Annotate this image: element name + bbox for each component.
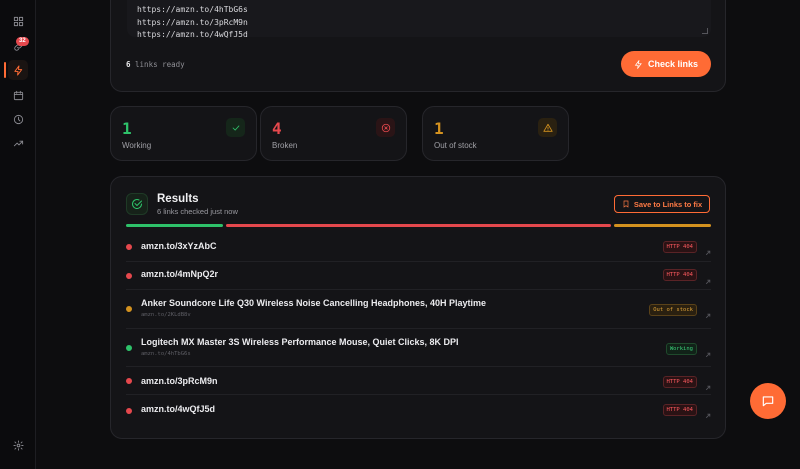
status-dot xyxy=(126,378,132,384)
check-icon xyxy=(226,118,245,137)
active-indicator xyxy=(4,62,6,78)
link-line: https://amzn.to/4wQfJ5d xyxy=(137,30,248,39)
links-ready-count: 6 links ready xyxy=(126,60,185,69)
settings-icon[interactable] xyxy=(8,435,28,455)
result-title: Anker Soundcore Life Q30 Wireless Noise … xyxy=(141,298,487,308)
external-link-icon[interactable] xyxy=(705,378,711,391)
result-url: amzn.to/2KLdB8v xyxy=(141,312,191,318)
summary-bar-working xyxy=(126,224,223,227)
stat-label: Broken xyxy=(272,141,298,150)
result-title: amzn.to/4wQfJ5d xyxy=(141,404,216,414)
clock-icon[interactable] xyxy=(8,109,28,129)
status-badge: HTTP 404 xyxy=(662,404,697,416)
results-subtitle: 6 links checked just now xyxy=(157,207,238,216)
result-title: Logitech MX Master 3S Wireless Performan… xyxy=(141,337,459,347)
stat-out-of-stock: 1 Out of stock xyxy=(422,106,569,161)
result-title: amzn.to/4mNpQ2r xyxy=(141,269,219,279)
links-textarea[interactable]: https://amzn.to/4hTbG6s https://amzn.to/… xyxy=(127,0,711,39)
result-row[interactable]: amzn.to/3pRcM9n HTTP 404 xyxy=(126,367,711,395)
notification-badge: 32 xyxy=(16,37,29,46)
stat-working: 1 Working xyxy=(110,106,257,161)
resize-handle[interactable] xyxy=(702,28,708,34)
bolt-icon xyxy=(634,59,642,69)
status-badge: HTTP 404 xyxy=(662,376,697,388)
external-link-icon[interactable] xyxy=(705,306,711,319)
stat-label: Out of stock xyxy=(434,141,477,150)
results-card: Results 6 links checked just now Save to… xyxy=(110,176,726,439)
external-link-icon[interactable] xyxy=(705,272,711,285)
warning-icon xyxy=(538,118,557,137)
results-title: Results xyxy=(157,193,199,205)
chat-icon xyxy=(762,396,774,407)
check-links-label: Check links xyxy=(647,59,699,69)
status-dot xyxy=(126,345,132,351)
calendar-icon[interactable] xyxy=(8,85,28,105)
link-line: https://amzn.to/4hTbG6s xyxy=(137,5,248,14)
link-input-card: https://amzn.to/4hTbG6s https://amzn.to/… xyxy=(110,0,726,92)
check-links-button[interactable]: Check links xyxy=(621,51,711,77)
link-line: https://amzn.to/3pRcM9n xyxy=(137,17,248,27)
status-dot xyxy=(126,244,132,250)
bookmark-icon xyxy=(623,200,629,208)
sidebar: 32 xyxy=(0,0,36,469)
status-dot xyxy=(126,306,132,312)
main-content: https://amzn.to/4hTbG6s https://amzn.to/… xyxy=(36,0,800,469)
stat-value: 1 xyxy=(434,119,444,138)
result-url: amzn.to/4hTbG6s xyxy=(141,351,191,357)
result-row[interactable]: Logitech MX Master 3S Wireless Performan… xyxy=(126,329,711,367)
status-badge: HTTP 404 xyxy=(662,241,697,253)
save-label: Save to Links to fix xyxy=(633,199,703,209)
status-badge: Out of stock xyxy=(649,304,697,316)
result-row[interactable]: amzn.to/3xYzAbC HTTP 404 xyxy=(126,233,711,262)
status-badge: Working xyxy=(665,343,697,355)
summary-bar-broken xyxy=(226,224,611,227)
stat-value: 1 xyxy=(122,119,132,138)
dashboard-icon[interactable] xyxy=(8,11,28,31)
result-title: amzn.to/3xYzAbC xyxy=(141,241,217,251)
save-to-links-button[interactable]: Save to Links to fix xyxy=(614,195,710,213)
result-row[interactable]: amzn.to/4wQfJ5d HTTP 404 xyxy=(126,395,711,423)
links-ready-label: links ready xyxy=(130,60,185,69)
result-title: amzn.to/3pRcM9n xyxy=(141,376,218,386)
bolt-icon[interactable] xyxy=(8,60,28,80)
result-row[interactable]: amzn.to/4mNpQ2r HTTP 404 xyxy=(126,262,711,290)
external-link-icon[interactable] xyxy=(705,345,711,358)
summary-bar-out-of-stock xyxy=(614,224,711,227)
trend-icon[interactable] xyxy=(8,133,28,153)
stat-value: 4 xyxy=(272,119,282,138)
external-link-icon[interactable] xyxy=(705,406,711,419)
external-link-icon[interactable] xyxy=(705,243,711,256)
chat-button[interactable] xyxy=(750,383,786,419)
check-circle-icon xyxy=(126,193,148,215)
x-circle-icon xyxy=(376,118,395,137)
status-dot xyxy=(126,408,132,414)
status-badge: HTTP 404 xyxy=(662,269,697,281)
status-dot xyxy=(126,273,132,279)
result-row[interactable]: Anker Soundcore Life Q30 Wireless Noise … xyxy=(126,290,711,329)
stat-broken: 4 Broken xyxy=(260,106,407,161)
stat-label: Working xyxy=(122,141,152,150)
